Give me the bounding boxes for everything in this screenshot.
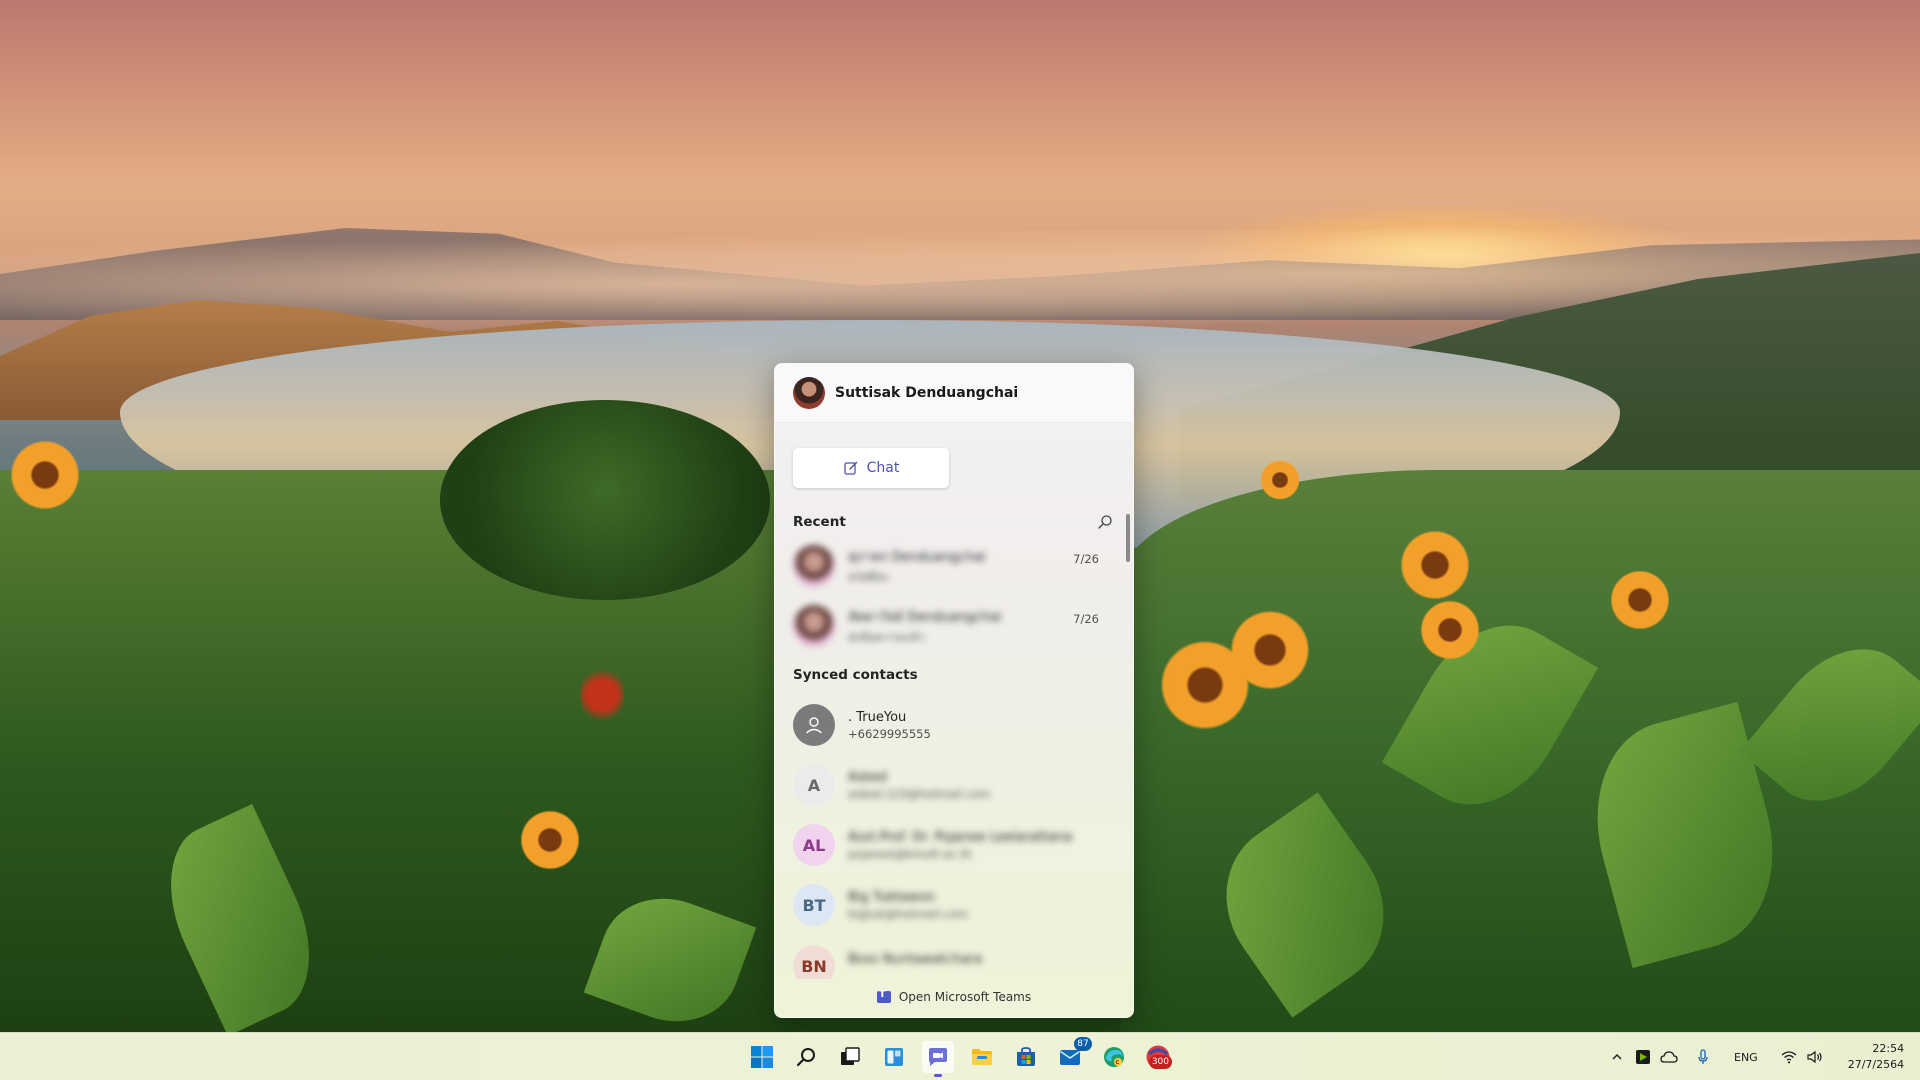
- contact-item[interactable]: BN Boss Nuntawatchara: [793, 939, 1111, 979]
- mail-button[interactable]: 87: [1054, 1037, 1092, 1073]
- nvidia-tray-button[interactable]: [1634, 1048, 1652, 1066]
- user-avatar: [793, 377, 825, 409]
- teams-icon: [876, 989, 891, 1003]
- recent-chat-item[interactable]: สุภาพร Denduangchai สวัสดีค่ะ 7/26: [793, 540, 1111, 592]
- chat-icon: [929, 1048, 947, 1066]
- task-view-button[interactable]: [834, 1041, 866, 1073]
- onedrive-tray-button[interactable]: [1660, 1048, 1678, 1066]
- microphone-tray-button[interactable]: [1694, 1048, 1712, 1066]
- flyout-header[interactable]: Suttisak Denduangchai: [775, 364, 1133, 423]
- chat-date: 7/26: [1073, 552, 1099, 566]
- wallpaper-flower: [1420, 600, 1480, 660]
- contact-name: Asst.Prof. Dr. Pojanee Leelarattana: [848, 829, 1073, 845]
- chevron-up-icon: [1612, 1054, 1622, 1060]
- speaker-icon: [1807, 1050, 1822, 1064]
- wallpaper-flower: [1260, 460, 1300, 500]
- chat-date: 7/26: [1073, 612, 1099, 626]
- recent-heading: Recent: [793, 514, 846, 530]
- contact-name: . TrueYou: [848, 709, 907, 725]
- contact-detail: +6629995555: [848, 726, 931, 741]
- contact-name: Asked: [848, 769, 887, 785]
- search-icon[interactable]: [1097, 514, 1113, 530]
- new-chat-label: Chat: [866, 460, 900, 476]
- chat-preview: ส่งข้อความแล้ว: [848, 629, 925, 644]
- mail-unread-badge: 87: [1074, 1037, 1092, 1051]
- contact-item[interactable]: BT Big Tubtawon bigtub@hotmail.com: [793, 879, 1111, 931]
- chat-taskbar-button[interactable]: [922, 1041, 954, 1077]
- wallpaper-flower: [1400, 530, 1470, 600]
- svg-text:C: C: [1116, 1060, 1120, 1066]
- wifi-icon: [1781, 1051, 1797, 1064]
- wallpaper-flower: [1230, 610, 1310, 690]
- start-button[interactable]: [746, 1041, 778, 1073]
- system-tray: ENG 22:54 27/7/2564: [1608, 1033, 1920, 1080]
- scrollbar-thumb[interactable]: [1126, 514, 1130, 562]
- wallpaper-flower: [1610, 570, 1670, 630]
- contact-item[interactable]: A Asked asked.123@hotmail.com: [793, 759, 1111, 811]
- task-view-icon: [841, 1047, 860, 1065]
- contact-initials-avatar: AL: [793, 824, 835, 866]
- folder-icon: [972, 1049, 992, 1065]
- contact-initials-avatar: BT: [793, 884, 835, 926]
- compose-icon: [843, 461, 857, 475]
- red-counter-app-button[interactable]: 300: [1142, 1041, 1174, 1073]
- edge-icon: C: [1104, 1047, 1124, 1067]
- windows-logo-icon: [751, 1046, 773, 1068]
- chat-name: ลัดดาวัลย์ Denduangchai: [848, 609, 1002, 625]
- chat-name: สุภาพร Denduangchai: [848, 549, 986, 565]
- nvidia-icon: [1636, 1050, 1650, 1064]
- contact-item[interactable]: . TrueYou +6629995555: [793, 699, 1111, 751]
- open-teams-link[interactable]: Open Microsoft Teams: [775, 977, 1133, 1017]
- volume-tray-button[interactable]: [1806, 1048, 1824, 1066]
- contact-avatar: [793, 545, 835, 587]
- contact-initials-avatar: BN: [793, 945, 835, 979]
- wifi-tray-button[interactable]: [1780, 1048, 1798, 1066]
- edge-button[interactable]: C: [1098, 1041, 1130, 1073]
- microphone-icon: [1698, 1049, 1708, 1064]
- chat-preview: สวัสดีค่ะ: [848, 569, 890, 584]
- store-icon: [1017, 1047, 1035, 1066]
- taskbar: 87 C 300 ENG 22:54 27/7/2564: [0, 1032, 1920, 1080]
- recent-chat-item[interactable]: ลัดดาวัลย์ Denduangchai ส่งข้อความแล้ว 7…: [793, 600, 1111, 652]
- widgets-icon: [885, 1048, 903, 1066]
- contact-detail: asked.123@hotmail.com: [848, 786, 991, 801]
- contact-detail: bigtub@hotmail.com: [848, 906, 969, 921]
- open-teams-label: Open Microsoft Teams: [898, 990, 1032, 1004]
- wallpaper-trees: [440, 400, 770, 600]
- search-icon: [796, 1048, 815, 1067]
- contact-item[interactable]: AL Asst.Prof. Dr. Pojanee Leelarattana p…: [793, 819, 1111, 871]
- user-name: Suttisak Denduangchai: [835, 385, 1019, 401]
- clock-date: 27/7/2564: [1847, 1058, 1905, 1071]
- chat-flyout: Suttisak Denduangchai Chat Recent สุภาพร…: [774, 363, 1134, 1018]
- onedrive-cloud-icon: [1660, 1051, 1678, 1063]
- wallpaper-flower: [520, 810, 580, 870]
- taskbar-search-button[interactable]: [790, 1041, 822, 1073]
- file-explorer-button[interactable]: [966, 1041, 998, 1073]
- synced-contacts-heading: Synced contacts: [793, 667, 918, 683]
- contact-avatar: [793, 605, 835, 647]
- contact-detail: pojanee@kmutt.ac.th: [848, 846, 973, 861]
- widgets-button[interactable]: [878, 1041, 910, 1073]
- contact-initials-avatar: A: [793, 764, 835, 806]
- new-chat-button[interactable]: Chat: [793, 448, 949, 488]
- contact-name: Boss Nuntawatchara: [848, 951, 983, 967]
- counter-badge: 300: [1148, 1055, 1172, 1069]
- clock[interactable]: 22:54 27/7/2564: [1848, 1041, 1904, 1073]
- contact-name: Big Tubtawon: [848, 889, 936, 905]
- person-icon: [793, 704, 835, 746]
- clock-time: 22:54: [1872, 1042, 1905, 1055]
- wallpaper-flower: [580, 665, 624, 725]
- input-language-indicator[interactable]: ENG: [1734, 1051, 1758, 1064]
- wallpaper-flower: [10, 440, 80, 510]
- show-hidden-icons-button[interactable]: [1608, 1048, 1626, 1066]
- store-button[interactable]: [1010, 1041, 1042, 1073]
